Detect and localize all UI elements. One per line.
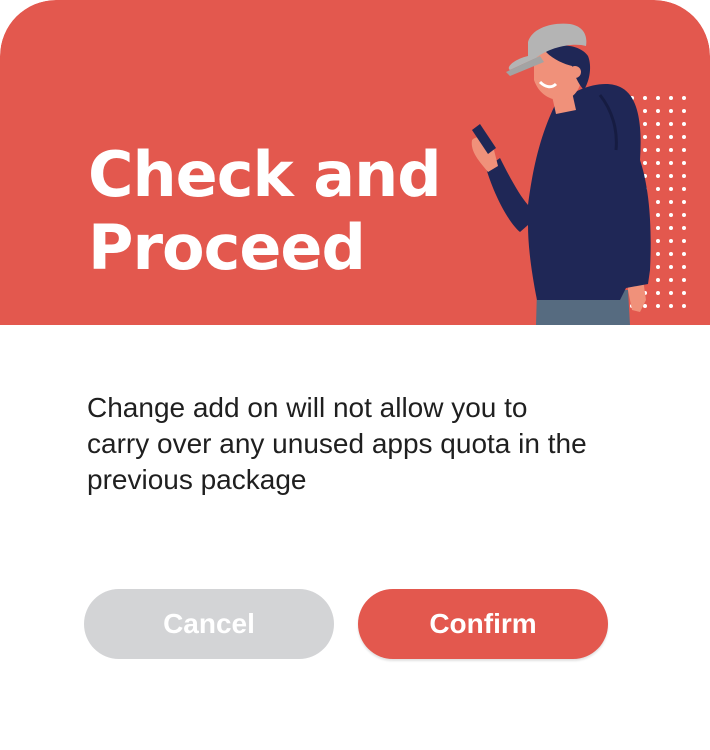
decorative-dot [669, 252, 673, 256]
decorative-dot [643, 109, 647, 113]
decorative-dot [682, 148, 686, 152]
decorative-dot [682, 122, 686, 126]
decorative-dot [682, 304, 686, 308]
decorative-dot [656, 239, 660, 243]
decorative-dot [669, 304, 673, 308]
confirmation-dialog: Check and Proceed Change add on will not… [0, 0, 710, 750]
decorative-dot [643, 161, 647, 165]
decorative-dot [643, 96, 647, 100]
decorative-dot [682, 96, 686, 100]
decorative-dot [682, 278, 686, 282]
dialog-title: Check and Proceed [88, 138, 442, 284]
decorative-dot [682, 161, 686, 165]
decorative-dot [643, 148, 647, 152]
decorative-dot [669, 200, 673, 204]
decorative-dot [656, 135, 660, 139]
decorative-dot [669, 239, 673, 243]
decorative-dot [656, 213, 660, 217]
decorative-dot [682, 239, 686, 243]
decorative-dot [656, 96, 660, 100]
decorative-dot [656, 291, 660, 295]
decorative-dot [656, 278, 660, 282]
decorative-dot [643, 135, 647, 139]
ear [569, 66, 581, 78]
cancel-button[interactable]: Cancel [84, 589, 334, 659]
decorative-dot [643, 122, 647, 126]
decorative-dot [682, 174, 686, 178]
decorative-dot [669, 122, 673, 126]
decorative-dot [669, 213, 673, 217]
dialog-message: Change add on will not allow you to carr… [87, 392, 587, 495]
decorative-dot [669, 187, 673, 191]
decorative-dot [682, 252, 686, 256]
decorative-dot [656, 122, 660, 126]
decorative-dot [656, 252, 660, 256]
decorative-dot [682, 200, 686, 204]
decorative-dot [669, 161, 673, 165]
person-with-phone-illustration [471, 23, 686, 325]
decorative-dot [656, 265, 660, 269]
decorative-dot [669, 278, 673, 282]
decorative-dot [656, 161, 660, 165]
confirm-button[interactable]: Confirm [358, 589, 608, 659]
decorative-dot [682, 187, 686, 191]
dialog-header: Check and Proceed [0, 0, 710, 325]
decorative-dot [656, 200, 660, 204]
decorative-dot [682, 291, 686, 295]
decorative-dot [669, 226, 673, 230]
decorative-dot [656, 148, 660, 152]
decorative-dot [656, 109, 660, 113]
decorative-dot [682, 213, 686, 217]
hoodie [486, 84, 651, 301]
decorative-dot [669, 135, 673, 139]
decorative-dot [656, 174, 660, 178]
decorative-dot [669, 148, 673, 152]
decorative-dot [669, 291, 673, 295]
decorative-dot [682, 135, 686, 139]
decorative-dot [669, 265, 673, 269]
decorative-dot [656, 187, 660, 191]
decorative-dot [682, 226, 686, 230]
decorative-dot [656, 304, 660, 308]
decorative-dot [656, 226, 660, 230]
decorative-dot [682, 265, 686, 269]
decorative-dot [669, 174, 673, 178]
decorative-dot [669, 96, 673, 100]
decorative-dot [682, 109, 686, 113]
decorative-dot [669, 109, 673, 113]
